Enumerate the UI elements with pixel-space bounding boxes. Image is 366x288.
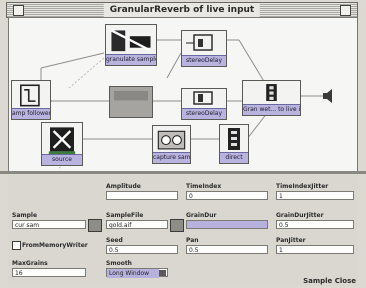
- source-icon: [48, 127, 76, 155]
- node-stereo-delay-bottom[interactable]: stereoDelay: [181, 88, 227, 120]
- pan-field[interactable]: 0.5: [186, 245, 268, 254]
- direct-meter-icon: [228, 128, 240, 150]
- seed-field[interactable]: 0.5: [106, 245, 178, 254]
- amp-follower-icon: [20, 84, 40, 107]
- connection-wire-dashed: [68, 57, 105, 89]
- grain-dur-label: GrainDur: [186, 212, 217, 219]
- node-source[interactable]: source: [41, 122, 83, 166]
- title-bar[interactable]: GranularReverb of live input: [6, 2, 358, 18]
- grain-dur-field[interactable]: [186, 220, 268, 229]
- app-window: GranularReverb of live input granulate s…: [0, 0, 366, 288]
- sample-file-browse-button[interactable]: [170, 219, 184, 232]
- node-amp-follower[interactable]: amp follower: [11, 80, 51, 120]
- seed-label: Seed: [106, 237, 123, 244]
- max-grains-label: MaxGrains: [12, 260, 48, 267]
- node-label: Gran wet... to live input: [243, 104, 300, 115]
- delay-icon: [193, 91, 213, 105]
- pan-label: Pan: [186, 237, 199, 244]
- grain-dur-jitter-label: GrainDurJitter: [276, 212, 324, 219]
- patch-canvas[interactable]: granulate sample stereoDelay amp followe…: [8, 17, 358, 172]
- capture-tape-icon: [157, 130, 186, 150]
- from-memory-writer-checkbox[interactable]: [12, 241, 21, 250]
- node-blank[interactable]: [109, 86, 153, 118]
- max-grains-field[interactable]: 16: [12, 268, 86, 277]
- time-index-label: TimeIndex: [186, 183, 222, 190]
- smooth-label: Smooth: [106, 260, 132, 267]
- sample-file-label: SampleFile: [106, 212, 144, 219]
- node-direct[interactable]: direct: [219, 124, 249, 164]
- pan-jitter-label: PanJitter: [276, 237, 306, 244]
- amplitude-field[interactable]: [106, 191, 178, 200]
- time-index-jitter-label: TimeIndexJitter: [276, 183, 329, 190]
- node-stereo-delay-top[interactable]: stereoDelay: [181, 30, 227, 67]
- pan-jitter-field[interactable]: 1: [276, 245, 354, 254]
- sample-file-field[interactable]: gold.aif: [106, 220, 168, 229]
- from-memory-writer-label: FromMemoryWriter: [22, 242, 88, 249]
- grain-dur-jitter-field[interactable]: 0.5: [276, 220, 354, 229]
- node-label: direct: [220, 152, 248, 163]
- chevron-down-icon: [159, 270, 166, 276]
- sample-field[interactable]: cur sam: [12, 220, 86, 229]
- sample-browse-button[interactable]: [88, 219, 102, 232]
- time-index-field[interactable]: 0: [186, 191, 268, 200]
- node-label: stereoDelay: [182, 55, 226, 66]
- amplitude-label: Amplitude: [106, 183, 141, 190]
- delay-icon: [186, 34, 213, 51]
- speaker-icon: [323, 89, 332, 103]
- smooth-value: Long Window: [107, 269, 159, 278]
- node-label: source: [42, 154, 82, 165]
- window-title: GranularReverb of live input: [103, 3, 261, 17]
- mixer-icon: [266, 84, 277, 102]
- close-box-button[interactable]: [13, 5, 24, 16]
- sample-label: Sample: [12, 212, 38, 219]
- node-label: stereoDelay: [182, 108, 226, 119]
- node-label: capture sample: [153, 152, 190, 163]
- smooth-popup[interactable]: Long Window: [106, 268, 168, 278]
- sample-close-button[interactable]: Sample Close: [303, 277, 356, 285]
- pane-divider[interactable]: [0, 171, 366, 174]
- node-gran-wet-to-live-input[interactable]: Gran wet... to live input: [242, 80, 301, 116]
- node-label: granulate sample: [106, 54, 156, 65]
- parameter-panel: Amplitude TimeIndex 0 TimeIndexJitter 1 …: [8, 175, 358, 286]
- module-icon: [113, 90, 149, 101]
- connection-wire: [166, 52, 182, 79]
- zoom-box-button[interactable]: [340, 5, 351, 16]
- granulate-icon: [110, 29, 151, 52]
- node-label: amp follower: [12, 108, 50, 119]
- node-granulate-sample[interactable]: granulate sample: [105, 24, 157, 66]
- time-index-jitter-field[interactable]: 1: [276, 191, 354, 200]
- node-capture-sample[interactable]: capture sample: [152, 125, 191, 164]
